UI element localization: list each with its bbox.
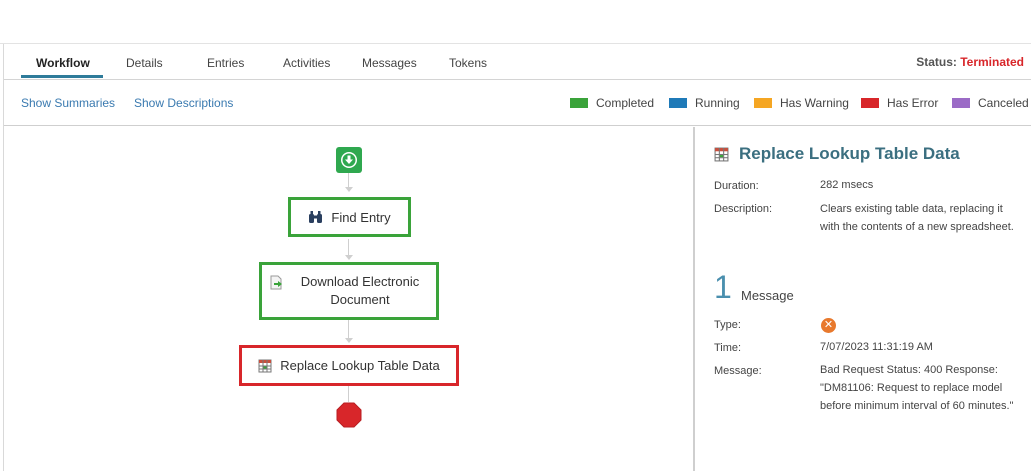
legend-label-canceled: Canceled: [978, 96, 1029, 110]
activity-title-text: Replace Lookup Table Data: [739, 144, 960, 163]
time-label: Time:: [714, 342, 742, 354]
node-label: Replace Lookup Table Data: [280, 358, 440, 373]
message-heading: Message: [741, 288, 794, 303]
legend-swatch-canceled: [952, 98, 970, 108]
connector-arrow: [345, 338, 353, 343]
legend-swatch-completed: [570, 98, 588, 108]
activity-title: Replace Lookup Table Data: [714, 144, 960, 164]
description-value: Clears existing table data, replacing it…: [820, 203, 1014, 233]
node-label: Download Electronic Document: [300, 274, 420, 307]
status-indicator: Status: Terminated: [916, 55, 1024, 69]
binoculars-icon: [308, 210, 323, 224]
legend-running: Running: [669, 96, 740, 110]
workflow-node-find-entry[interactable]: Find Entry: [288, 197, 411, 237]
download-arrow-icon: [341, 152, 357, 168]
legend-warning: Has Warning: [754, 96, 849, 110]
legend-label-error: Has Error: [887, 96, 939, 110]
table-icon: [714, 147, 729, 162]
workflow-node-download-electronic-document[interactable]: Download Electronic Document: [259, 262, 439, 320]
node-label: Find Entry: [331, 209, 391, 225]
legend-error: Has Error: [861, 96, 938, 110]
table-icon: [258, 359, 272, 373]
document-arrow-icon: [270, 275, 284, 290]
workflow-end-node[interactable]: [336, 402, 362, 428]
error-x-icon: ✕: [821, 318, 836, 333]
tab-details[interactable]: Details: [126, 56, 163, 70]
tab-activities[interactable]: Activities: [283, 56, 330, 70]
tab-workflow[interactable]: Workflow: [36, 56, 90, 70]
legend-swatch-error: [861, 98, 879, 108]
legend-swatch-running: [669, 98, 687, 108]
workflow-panel: Workflow Details Entries Activities Mess…: [3, 44, 1031, 471]
workflow-canvas: Find Entry Download Electronic Document: [4, 127, 695, 471]
view-toolbar: Show Summaries Show Descriptions Complet…: [4, 81, 1031, 126]
top-bar: [0, 0, 1031, 44]
connector-line: [348, 386, 349, 402]
connector-line: [348, 320, 349, 340]
connector-arrow: [345, 255, 353, 260]
legend-canceled: Canceled: [952, 96, 1029, 110]
description-label: Description:: [714, 203, 773, 215]
active-tab-indicator: [21, 75, 103, 78]
type-label: Type:: [714, 319, 741, 331]
duration-label: Duration:: [714, 180, 759, 192]
tab-tokens[interactable]: Tokens: [449, 56, 487, 70]
tab-messages[interactable]: Messages: [362, 56, 417, 70]
message-count: 1: [714, 269, 732, 305]
legend-label-completed: Completed: [596, 96, 655, 110]
tab-entries[interactable]: Entries: [207, 56, 244, 70]
message-value: Bad Request Status: 400 Response: "DM811…: [820, 364, 1014, 412]
workflow-node-replace-lookup-table-data[interactable]: Replace Lookup Table Data: [239, 345, 459, 386]
activity-details-panel: Replace Lookup Table Data Duration: 282 …: [697, 127, 1031, 471]
status-value: Terminated: [960, 55, 1024, 69]
legend-completed: Completed: [570, 96, 654, 110]
duration-value: 282 msecs: [820, 179, 874, 191]
workflow-start-node[interactable]: [336, 147, 362, 173]
tab-bar: Workflow Details Entries Activities Mess…: [4, 44, 1031, 80]
connector-arrow: [345, 187, 353, 192]
legend-label-warning: Has Warning: [780, 96, 849, 110]
legend-label-running: Running: [695, 96, 740, 110]
show-descriptions-link[interactable]: Show Descriptions: [134, 96, 233, 110]
time-value: 7/07/2023 11:31:19 AM: [820, 341, 933, 353]
status-label: Status:: [916, 55, 957, 69]
legend-swatch-warning: [754, 98, 772, 108]
show-summaries-link[interactable]: Show Summaries: [21, 96, 115, 110]
message-label: Message:: [714, 365, 762, 377]
stop-octagon-icon: [336, 402, 362, 428]
